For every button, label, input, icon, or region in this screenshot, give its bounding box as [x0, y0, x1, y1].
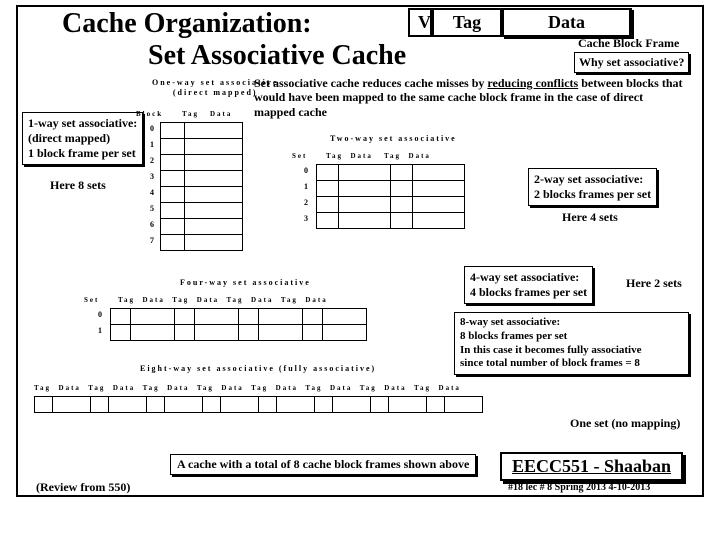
one-way-label: One-way set associative(direct mapped) [152, 78, 278, 99]
v-label: V [408, 8, 432, 37]
four-way-label: Four-way set associative [180, 278, 311, 287]
cache-block-frame-label: Cache Block Frame [578, 36, 679, 51]
page-subtitle: Set Associative Cache [148, 40, 406, 72]
four-way-headers: Set Tag Data Tag Data Tag Data Tag Data [84, 296, 328, 304]
here-8-sets: Here 8 sets [50, 178, 106, 193]
course-box: EECC551 - Shaaban [500, 452, 683, 481]
here-2-sets: Here 2 sets [626, 276, 682, 291]
eight-way-table [34, 396, 483, 413]
one-set-label: One set (no mapping) [570, 416, 680, 431]
tag-label: Tag [432, 8, 502, 37]
data-header-1: Data [210, 110, 232, 118]
callout-4way: 4-way set associative: 4 blocks frames p… [464, 266, 593, 304]
four-way-table: 0 1 [110, 308, 367, 341]
two-way-table: 0 1 2 3 [316, 164, 465, 229]
callout-1way: 1-way set associative: (direct mapped) 1… [22, 112, 143, 165]
why-box: Why set associative? [574, 52, 689, 73]
footer-text: #18 lec # 8 Spring 2013 4-10-2013 [508, 482, 650, 493]
one-way-table: 0 1 2 3 4 5 6 7 [160, 122, 243, 251]
callout-2way: 2-way set associative: 2 blocks frames p… [528, 168, 657, 206]
vtd-box: V Tag Data [408, 8, 632, 37]
summary-box: A cache with a total of 8 cache block fr… [170, 454, 476, 475]
review-note: (Review from 550) [36, 480, 130, 495]
two-way-label: Two-way set associative [330, 134, 457, 143]
eight-way-headers: Tag Data Tag Data Tag Data Tag Data Tag … [34, 384, 461, 392]
explanation-text: Set associative cache reduces cache miss… [254, 76, 684, 119]
eight-way-label: Eight-way set associative (fully associa… [140, 364, 376, 373]
data-label: Data [502, 8, 632, 37]
two-way-headers: Set Tag Data Tag Data [292, 152, 431, 160]
tag-header-1: Tag [182, 110, 199, 118]
page-title: Cache Organization: [62, 8, 312, 40]
callout-8way: 8-way set associative: 8 blocks frames p… [454, 312, 689, 375]
here-4-sets: Here 4 sets [562, 210, 618, 225]
